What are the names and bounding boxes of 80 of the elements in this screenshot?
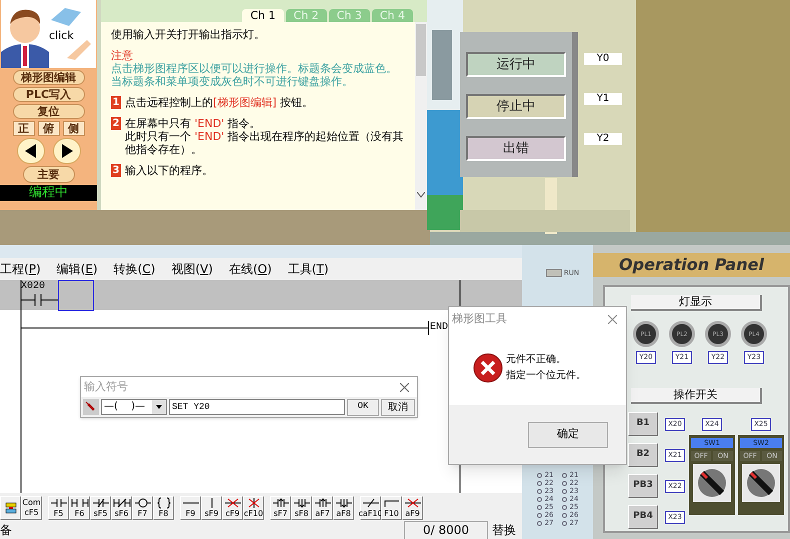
ladder-tool[interactable]: cF9 [222, 496, 243, 520]
menu-item[interactable]: 编辑(E) [48, 260, 106, 278]
io-led-icon [536, 488, 542, 494]
dropdown-caret-icon [152, 400, 166, 414]
ladder-symbol-icon [272, 496, 290, 508]
ladder-tool[interactable]: F10 [381, 496, 402, 520]
io-led-icon [536, 472, 542, 478]
menu-item[interactable]: 工具(T) [280, 260, 336, 278]
ladder-symbol-icon [314, 496, 332, 508]
status-text: 备 [0, 522, 12, 539]
cancel-button[interactable]: 取消 [381, 398, 415, 416]
ladder-symbol-icon [112, 496, 130, 508]
ladder-tool[interactable]: F6 [69, 496, 90, 520]
ladder-symbol-icon [92, 496, 110, 508]
ladder-symbol-icon [334, 496, 352, 508]
ladder-tool[interactable]: aF9 [402, 496, 423, 520]
menu-item[interactable]: 工程(P) [0, 260, 49, 278]
symbol-dropdown[interactable]: —( )— [101, 399, 167, 415]
push-button[interactable]: B1 [628, 412, 658, 436]
io-led-icon [536, 520, 542, 526]
io-led-icon [536, 504, 542, 510]
ladder-symbol-icon [154, 496, 172, 508]
replace-mode: 替换 [492, 522, 517, 539]
menu-item[interactable]: 转换(C) [106, 260, 164, 278]
step-count: 0/ 8000 [404, 521, 488, 539]
ladder-tool[interactable] [0, 496, 21, 520]
ladder-tool[interactable]: sF8 [291, 496, 312, 520]
ladder-tool[interactable]: cF10 [243, 496, 264, 520]
push-button[interactable]: B2 [628, 443, 658, 467]
ladder-symbol-icon [134, 496, 152, 508]
ladder-tool[interactable]: sF6 [111, 496, 132, 520]
io-led-icon [536, 480, 542, 486]
push-button[interactable]: PB3 [628, 474, 658, 498]
ladder-tool[interactable]: Com cF5 [21, 496, 42, 520]
io-led-icon [562, 512, 566, 518]
ladder-symbol-icon [70, 496, 88, 508]
io-led-icon [562, 488, 566, 494]
ladder-tool[interactable]: aF8 [333, 496, 354, 520]
section-label: 操作开关 [631, 388, 762, 404]
error-icon [473, 353, 503, 383]
confirm-button[interactable]: 确定 [528, 422, 608, 448]
dialog-title: 梯形图工具 [452, 310, 507, 327]
contact-symbol [20, 294, 58, 306]
pin-button[interactable] [83, 399, 99, 415]
dialog-title: 输入符号 [84, 378, 128, 395]
io-led-icon [536, 496, 542, 502]
ladder-symbol-icon [404, 496, 422, 508]
section-label: 灯显示 [631, 295, 762, 311]
ladder-symbol-icon [224, 496, 242, 508]
ladder-tool[interactable]: sF7 [270, 496, 291, 520]
instruction-field[interactable]: SET Y20 [169, 399, 345, 415]
io-led-icon [562, 472, 566, 478]
io-led-icon [562, 496, 566, 502]
close-icon[interactable] [608, 314, 617, 324]
error-message: 指定一个位元件。 [506, 368, 586, 383]
io-led-icon [562, 520, 566, 526]
ladder-tool[interactable]: sF9 [201, 496, 222, 520]
pin-icon [85, 401, 97, 413]
ladder-tool[interactable]: F9 [180, 496, 201, 520]
push-button[interactable]: PB4 [628, 505, 658, 529]
io-led-icon [562, 480, 566, 486]
device-label: X020 [21, 280, 46, 294]
menu-item[interactable]: 在线(O) [220, 260, 280, 278]
ok-button[interactable]: OK [347, 398, 379, 416]
panel-header: Operation Panel [593, 253, 790, 277]
ladder-symbol-icon [362, 496, 380, 508]
ladder-tool[interactable]: F8 [153, 496, 174, 520]
ladder-tool[interactable]: F5 [48, 496, 69, 520]
run-led [546, 269, 562, 278]
io-led-icon [562, 504, 566, 510]
cursor-box [58, 280, 94, 311]
ladder-symbol-icon [292, 496, 310, 508]
ladder-tool[interactable]: aF7 [312, 496, 333, 520]
ladder-tool[interactable]: F7 [132, 496, 153, 520]
close-icon[interactable] [400, 382, 409, 392]
io-led-icon [536, 512, 542, 518]
menu-item[interactable]: 视图(V) [163, 260, 221, 278]
error-message: 元件不正确。 [506, 353, 567, 367]
ladder-tool[interactable]: sF5 [90, 496, 111, 520]
ladder-symbol-icon [50, 496, 68, 508]
